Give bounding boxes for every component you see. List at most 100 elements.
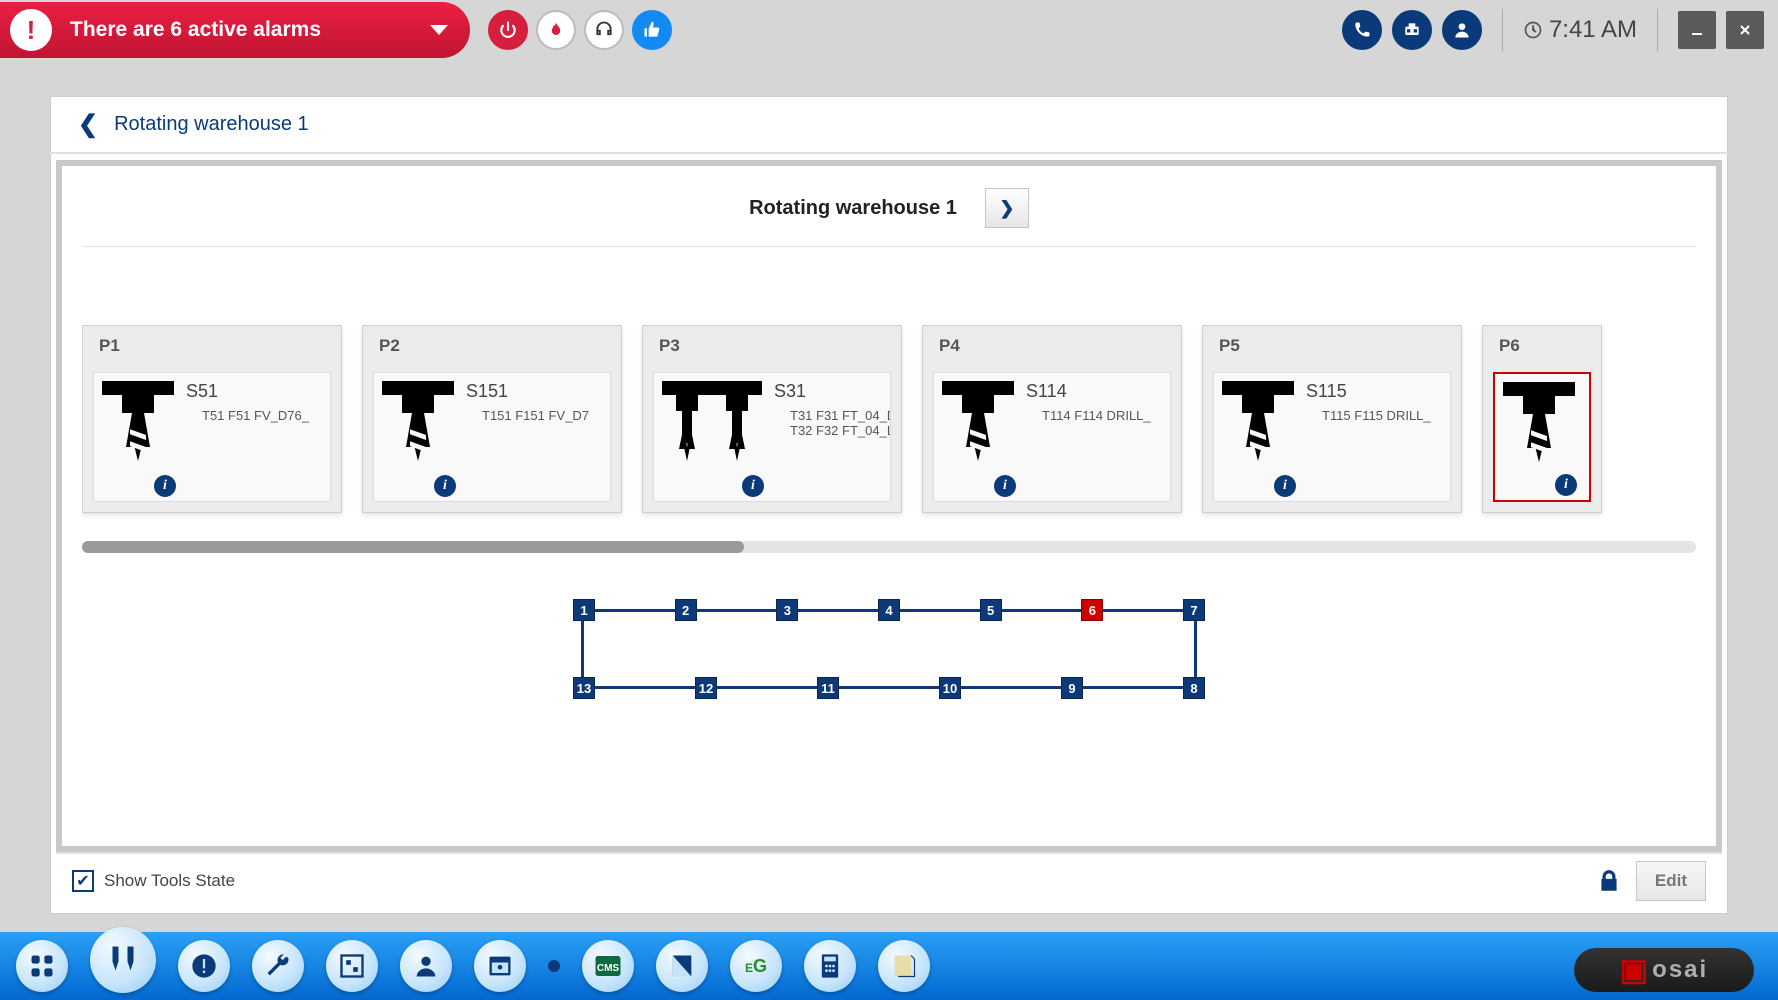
tool-line: T114 F114 DRILL_ — [1042, 408, 1151, 423]
position-label: P5 — [1203, 326, 1461, 366]
dock-calculator-button[interactable] — [804, 940, 856, 992]
separator — [1657, 9, 1658, 51]
tool-cards-scroller: P1S51T51 F51 FV_D76_iP2S151T151 F151 FV_… — [82, 247, 1696, 553]
brand-icon: ▣ — [1620, 953, 1650, 988]
main-panel: ❮ Rotating warehouse 1 Rotating warehous… — [50, 96, 1728, 914]
tool-info: S31T31 F31 FT_04_DT32 F32 FT_04_L — [774, 381, 891, 438]
layout-icon — [338, 952, 366, 980]
tool-card[interactable]: P5 S115T115 F115 DRILL_i — [1202, 325, 1462, 513]
window-icon — [486, 952, 514, 980]
info-button[interactable]: i — [994, 475, 1016, 497]
close-icon — [1738, 23, 1752, 37]
dock-items: CMS EG — [16, 939, 930, 993]
dock-tools-button[interactable] — [90, 927, 156, 993]
page-title: Rotating warehouse 1 — [749, 197, 957, 220]
diagram-node[interactable]: 12 — [695, 677, 717, 699]
diagram-node[interactable]: 5 — [980, 599, 1002, 621]
scroll-thumb[interactable] — [82, 541, 744, 553]
dock-cms-button[interactable]: CMS — [582, 940, 634, 992]
phone-button[interactable] — [1342, 10, 1382, 50]
breadcrumb-label: Rotating warehouse 1 — [114, 113, 309, 136]
dock-alert-button[interactable] — [178, 940, 230, 992]
diagram-node[interactable]: 11 — [817, 677, 839, 699]
dock-user-button[interactable] — [400, 940, 452, 992]
diagram-node[interactable]: 10 — [939, 677, 961, 699]
apps-icon — [28, 952, 56, 980]
diagram-node[interactable]: 9 — [1061, 677, 1083, 699]
phone-icon — [1352, 20, 1372, 40]
tool-card[interactable]: P2 S151T151 F151 FV_D7i — [362, 325, 622, 513]
info-button[interactable]: i — [434, 475, 456, 497]
checkbox-label: Show Tools State — [104, 871, 235, 891]
dock-sheet-button[interactable] — [656, 940, 708, 992]
show-tools-state-checkbox[interactable]: ✔ Show Tools State — [72, 870, 235, 892]
drill-icon — [1222, 381, 1294, 465]
info-button[interactable]: i — [154, 475, 176, 497]
dock-program-button[interactable] — [474, 940, 526, 992]
dock-wrench-button[interactable] — [252, 940, 304, 992]
info-button[interactable]: i — [742, 475, 764, 497]
diagram-node[interactable]: 1 — [573, 599, 595, 621]
dock-notes-button[interactable] — [878, 940, 930, 992]
diagram-node[interactable]: 3 — [776, 599, 798, 621]
content: Rotating warehouse 1 ❯ P1S51T51 F51 FV_D… — [56, 160, 1722, 852]
tool-name: S151 — [466, 381, 589, 402]
position-label: P4 — [923, 326, 1181, 366]
dock-layout-button[interactable] — [326, 940, 378, 992]
diagram-node[interactable]: 7 — [1183, 599, 1205, 621]
drill-icon — [382, 381, 454, 465]
diagram-node[interactable]: 8 — [1183, 677, 1205, 699]
bottom-dock: CMS EG ▣ osai — [0, 932, 1778, 1000]
thumbs-up-icon — [642, 20, 662, 40]
alarm-icon: ! — [10, 9, 52, 51]
tool-info: S114T114 F114 DRILL_ — [1026, 381, 1151, 423]
tool-line: T31 F31 FT_04_D — [790, 408, 891, 423]
tool-line: T32 F32 FT_04_L — [790, 423, 891, 438]
horizontal-scrollbar[interactable] — [82, 541, 1696, 553]
breadcrumb: ❮ Rotating warehouse 1 — [50, 96, 1728, 154]
separator — [1502, 9, 1503, 51]
drill-icon — [662, 381, 762, 465]
back-button[interactable]: ❮ — [78, 110, 98, 139]
info-button[interactable]: i — [1274, 475, 1296, 497]
sheet-icon — [668, 952, 696, 980]
machine-button[interactable] — [1392, 10, 1432, 50]
dock-eg-button[interactable]: EG — [730, 940, 782, 992]
tool-card[interactable]: P3S31T31 F31 FT_04_DT32 F32 FT_04_Li — [642, 325, 902, 513]
diagram-node[interactable]: 4 — [878, 599, 900, 621]
clock: 7:41 AM — [1523, 16, 1637, 44]
tool-card[interactable]: P6i — [1482, 325, 1602, 513]
alarm-text: There are 6 active alarms — [70, 18, 321, 42]
headset-button[interactable] — [584, 10, 624, 50]
info-button[interactable]: i — [1555, 474, 1577, 496]
diagram-node[interactable]: 2 — [675, 599, 697, 621]
minimize-button[interactable] — [1678, 11, 1716, 49]
alert-icon — [190, 952, 218, 980]
fire-button[interactable] — [536, 10, 576, 50]
tool-body: S31T31 F31 FT_04_DT32 F32 FT_04_Li — [653, 372, 891, 502]
position-label: P2 — [363, 326, 621, 366]
tool-card[interactable]: P1S51T51 F51 FV_D76_i — [82, 325, 342, 513]
diagram-node[interactable]: 13 — [573, 677, 595, 699]
drill-icon — [1503, 382, 1575, 466]
user-button[interactable] — [1442, 10, 1482, 50]
notes-icon — [890, 952, 918, 980]
tool-body: S115T115 F115 DRILL_i — [1213, 372, 1451, 502]
title-row: Rotating warehouse 1 ❯ — [82, 178, 1696, 247]
cms-icon: CMS — [593, 951, 623, 981]
position-diagram-wrap: 12345671312111098 — [82, 553, 1696, 697]
tool-card-row: P1S51T51 F51 FV_D76_iP2S151T151 F151 FV_… — [82, 325, 1696, 513]
diagram-node[interactable]: 6 — [1081, 599, 1103, 621]
thumbs-up-button[interactable] — [632, 10, 672, 50]
tool-line: T51 F51 FV_D76_ — [202, 408, 309, 423]
panel-footer: ✔ Show Tools State Edit — [56, 852, 1722, 908]
close-button[interactable] — [1726, 11, 1764, 49]
alarm-pill[interactable]: ! There are 6 active alarms — [0, 2, 470, 58]
headset-icon — [594, 20, 614, 40]
power-button[interactable] — [488, 10, 528, 50]
next-warehouse-button[interactable]: ❯ — [985, 188, 1029, 228]
tool-card[interactable]: P4 S114T114 F114 DRILL_i — [922, 325, 1182, 513]
dock-apps-button[interactable] — [16, 940, 68, 992]
tool-info: S151T151 F151 FV_D7 — [466, 381, 589, 423]
edit-button[interactable]: Edit — [1636, 861, 1706, 901]
